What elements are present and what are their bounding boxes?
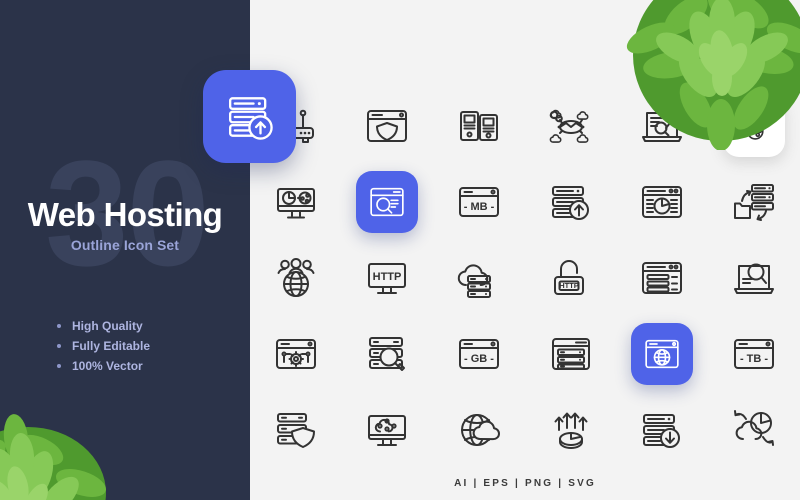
grid-cell[interactable] [342,392,434,468]
browser-tb-icon[interactable]: - TB - [730,330,778,378]
grid-cell[interactable]: - TB - [708,316,800,392]
grid-cell[interactable] [525,316,617,392]
browser-search-tile[interactable] [356,171,419,233]
grid-cell[interactable] [708,392,800,468]
browser-gb-icon[interactable]: - GB - [455,330,503,378]
grid-cell[interactable] [342,316,434,392]
grid-cell[interactable] [617,392,709,468]
browser-globe-icon [642,334,682,374]
server-upload-icon [222,89,278,145]
server-towers-icon[interactable] [455,102,503,150]
page-title: Web Hosting [27,196,223,233]
grid-cell[interactable] [617,88,709,164]
server-shield-icon[interactable] [272,406,320,454]
monitor-http-label: HTTP [373,271,402,283]
monitor-http-icon[interactable]: HTTP [363,254,411,302]
browser-settings-gear-icon[interactable] [272,330,320,378]
grid-cell[interactable] [250,164,342,240]
browser-shield-icon[interactable] [363,102,411,150]
icon-grid: - MB - HTTP HTTP - GB - - TB - [250,88,800,468]
browser-pie-chart-icon[interactable] [638,178,686,226]
grid-cell[interactable]: - GB - [433,316,525,392]
grid-cell[interactable] [342,164,434,240]
title-block: Web Hosting Outline Icon Set [0,196,250,253]
browser-search-icon [367,182,407,222]
grid-cell[interactable] [617,240,709,316]
cloud-pie-sync-icon[interactable] [730,406,778,454]
featured-icon-tile[interactable] [203,70,296,163]
browser-list-icon[interactable] [638,254,686,302]
browser-mb-icon[interactable]: - MB - [455,178,503,226]
grid-cell[interactable] [250,240,342,316]
grid-cell[interactable] [250,392,342,468]
laptop-seo-search-icon[interactable] [638,102,686,150]
grid-cell[interactable] [525,392,617,468]
grid-cell[interactable] [525,88,617,164]
grid-cell[interactable] [708,88,800,164]
traffic-growth-icon[interactable] [547,406,595,454]
browser-gb-label: - GB - [464,353,494,365]
server-folder-transfer-icon[interactable] [730,178,778,226]
grid-cell[interactable] [617,316,709,392]
browser-mb-label: - MB - [464,201,495,213]
grid-cell[interactable] [433,88,525,164]
grid-cell[interactable] [708,240,800,316]
cloud-server-icon[interactable] [455,254,503,302]
browser-tb-label: - TB - [740,353,768,365]
cloud-network-icon[interactable] [547,102,595,150]
server-download-icon[interactable] [638,406,686,454]
page-subtitle: Outline Icon Set [70,237,180,253]
browser-server-rack-icon[interactable] [547,330,595,378]
server-search-icon[interactable] [363,330,411,378]
padlock-http-icon[interactable]: HTTP [547,254,595,302]
grid-cell[interactable] [433,240,525,316]
grid-cell[interactable] [708,164,800,240]
grid-cell[interactable] [617,164,709,240]
file-formats-label: AI | EPS | PNG | SVG [454,478,596,489]
monitor-analytics-share-icon[interactable] [272,178,320,226]
feature-item: Fully Editable [55,336,150,356]
feature-item: 100% Vector [55,356,150,376]
padlock-http-label: HTTP [559,281,579,290]
grid-cell[interactable] [342,88,434,164]
global-users-icon[interactable] [272,254,320,302]
feature-item: High Quality [55,316,150,336]
icon-set-poster: 30 Web Hosting Outline Icon Set High Qua… [0,0,800,500]
cloud-share-icon [734,106,774,146]
grid-cell[interactable]: - MB - [433,164,525,240]
server-upload-icon[interactable] [547,178,595,226]
grid-cell[interactable] [250,316,342,392]
feature-list: High Quality Fully Editable 100% Vector [55,316,150,376]
grid-cell[interactable]: HTTP [525,240,617,316]
monitor-cloud-network-icon[interactable] [363,406,411,454]
browser-globe-tile[interactable] [631,323,694,385]
grid-cell[interactable]: HTTP [342,240,434,316]
cloud-share-tile[interactable] [723,95,786,157]
globe-cloud-icon[interactable] [455,406,503,454]
laptop-search-icon[interactable] [730,254,778,302]
grid-cell[interactable] [433,392,525,468]
grid-cell[interactable] [525,164,617,240]
